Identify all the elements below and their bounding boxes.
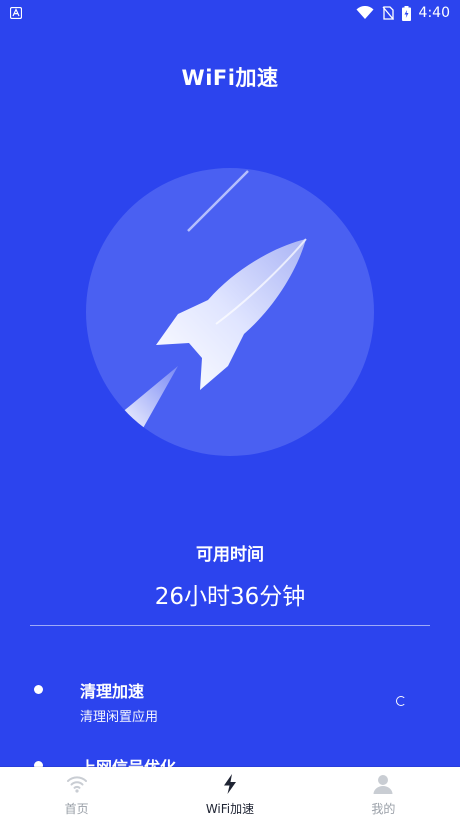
- wifi-icon: [66, 776, 87, 793]
- tab-home[interactable]: 首页: [0, 767, 153, 817]
- lightning-icon: [223, 774, 236, 794]
- rocket-icon: [86, 168, 374, 456]
- status-bar: 4:40: [0, 0, 460, 26]
- user-icon: [373, 775, 393, 794]
- loading-spinner-icon: [396, 696, 406, 706]
- option-title: 清理加速: [80, 682, 145, 701]
- wifi-signal-icon: [356, 6, 374, 19]
- tab-label: 我的: [371, 802, 396, 816]
- option-subtitle: 清理闲置应用: [80, 710, 159, 725]
- available-time-label: 可用时间: [196, 545, 264, 565]
- accessibility-icon: [10, 7, 22, 19]
- divider: [30, 625, 430, 626]
- tab-label: 首页: [64, 802, 89, 816]
- bullet-dot: [34, 685, 43, 694]
- battery-icon: [401, 5, 411, 21]
- tab-label: WiFi加速: [205, 802, 255, 816]
- option-cleanup[interactable]: 清理加速 清理闲置应用: [0, 674, 460, 734]
- bottom-tab-bar: 首页 WiFi加速 我的: [0, 767, 460, 817]
- page-title: WiFi加速: [181, 66, 279, 90]
- clock: 4:40: [418, 5, 450, 21]
- tab-profile[interactable]: 我的: [307, 767, 460, 817]
- no-sim-icon: [382, 6, 394, 20]
- tab-wifi-boost[interactable]: WiFi加速: [153, 767, 306, 817]
- rocket-illustration: [86, 168, 374, 456]
- available-time-value: 26小时36分钟: [154, 584, 306, 610]
